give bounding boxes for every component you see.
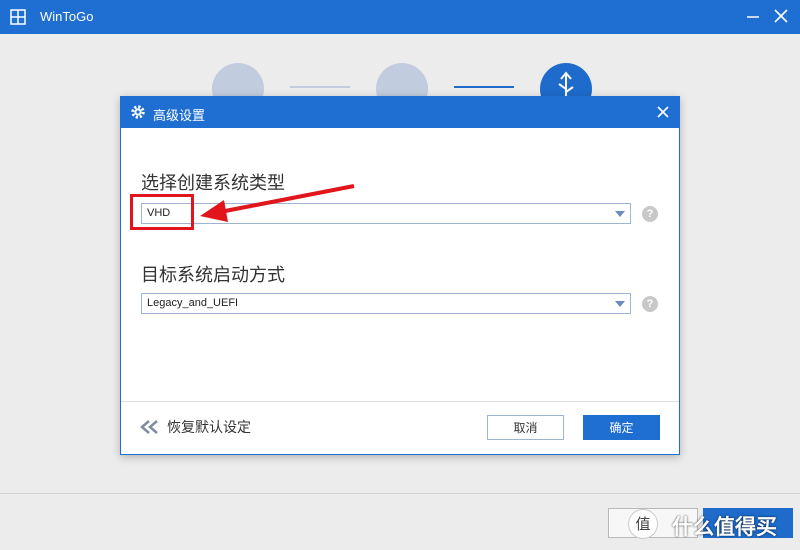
minimize-icon[interactable] <box>745 8 761 24</box>
boot-mode-value: Legacy_and_UEFI <box>147 297 239 309</box>
dialog-header: 高级设置 <box>121 97 679 128</box>
boot-mode-label: 目标系统启动方式 <box>141 265 285 286</box>
window-titlebar: WinToGo <box>0 0 800 34</box>
dialog-title: 高级设置 <box>153 108 206 123</box>
caret-down-icon <box>615 301 625 307</box>
watermark-logo: 值 <box>628 509 658 539</box>
close-icon[interactable] <box>654 103 672 121</box>
double-chevron-left-icon <box>140 420 158 434</box>
boot-mode-select[interactable]: Legacy_and_UEFI <box>141 293 631 314</box>
annotation-highlight-box <box>130 194 194 230</box>
help-icon[interactable]: ? <box>642 206 658 222</box>
dialog-separator <box>121 401 679 402</box>
reset-defaults-label: 恢复默认设定 <box>167 420 251 436</box>
ok-button[interactable]: 确定 <box>583 415 660 440</box>
cancel-button[interactable]: 取消 <box>487 415 564 440</box>
help-icon[interactable]: ? <box>642 296 658 312</box>
caret-down-icon <box>615 211 625 217</box>
close-icon[interactable] <box>772 7 790 25</box>
windows-logo-icon <box>10 9 26 25</box>
window-title: WinToGo <box>40 9 94 24</box>
gear-icon <box>131 105 145 119</box>
watermark: 值 什么值得买 <box>628 508 798 542</box>
advanced-settings-dialog: 高级设置 选择创建系统类型 VHD ? 目标系统启动方式 Legacy_and_… <box>120 96 680 455</box>
annotation-arrow <box>200 184 355 222</box>
watermark-text: 什么值得买 <box>672 515 777 539</box>
